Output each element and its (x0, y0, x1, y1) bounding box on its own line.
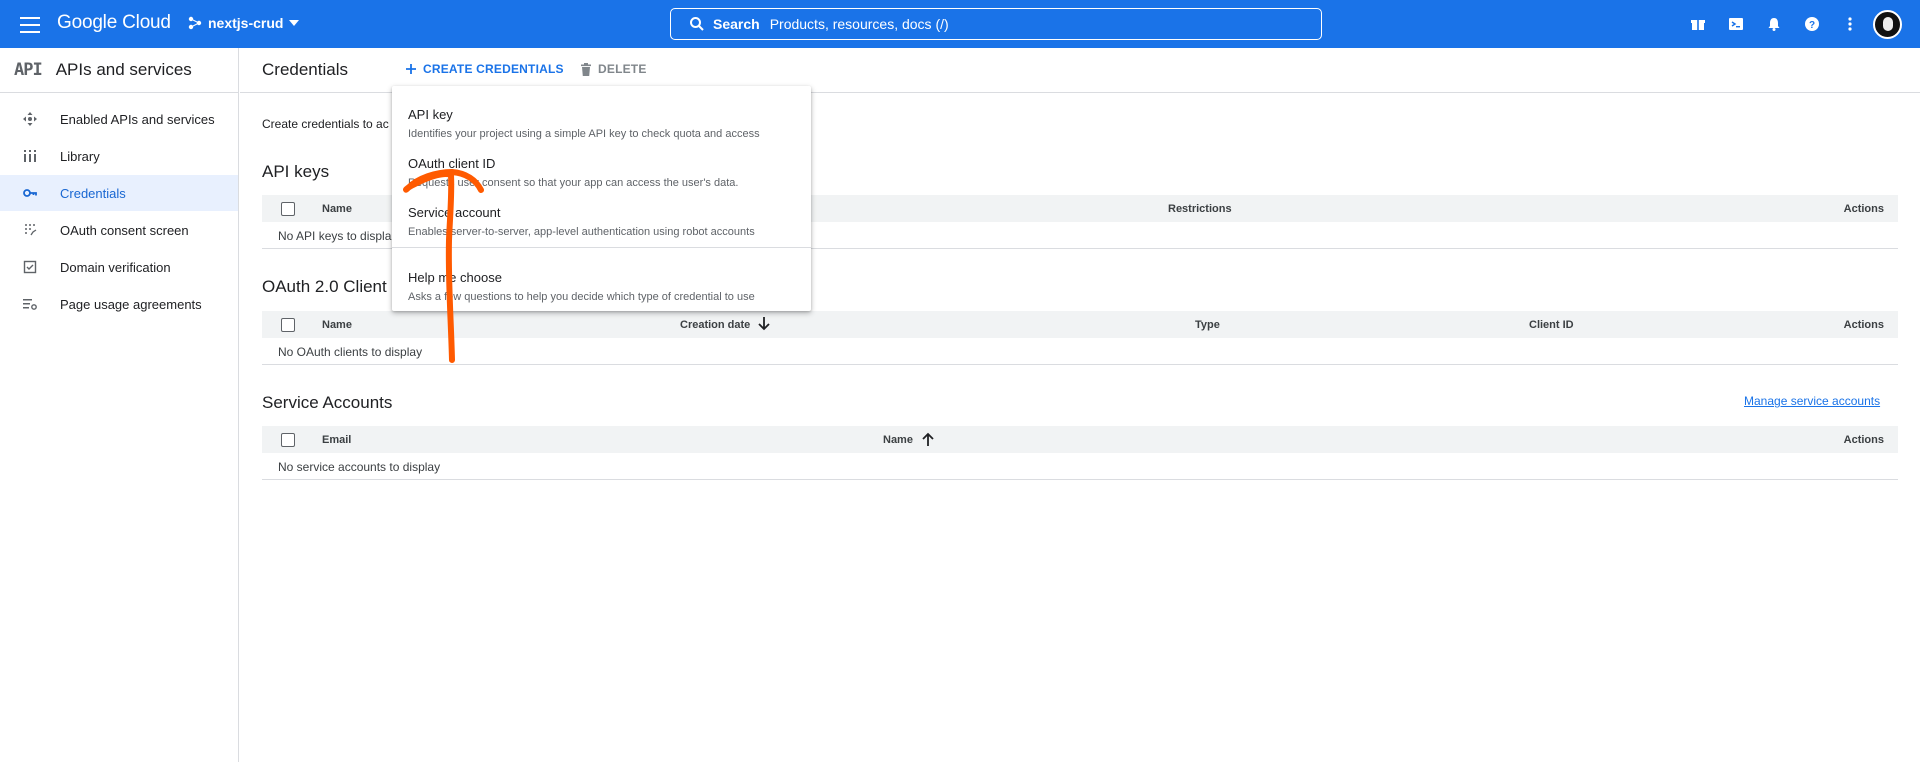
sidebar-item-page-usage[interactable]: Page usage agreements (0, 286, 238, 322)
plus-icon (406, 64, 416, 74)
search-bar[interactable]: Search Products, resources, docs (/) (670, 8, 1322, 40)
sidebar-item-label: OAuth consent screen (60, 222, 189, 238)
consent-icon (22, 222, 38, 238)
menu-item-title: Service account (408, 205, 501, 220)
oauth-table: Name Creation date Type Client ID Action… (262, 311, 1898, 365)
notifications-icon[interactable] (1762, 12, 1786, 36)
delete-button[interactable]: DELETE (580, 62, 647, 76)
menu-item-description: Identifies your project using a simple A… (408, 128, 760, 140)
create-credentials-button[interactable]: CREATE CREDENTIALS (405, 62, 564, 76)
library-icon (22, 148, 38, 164)
menu-item-help-me-choose[interactable]: Help me choose Asks a few questions to h… (392, 258, 811, 304)
column-header: Restrictions (1168, 203, 1232, 215)
delete-label: DELETE (598, 62, 647, 76)
menu-item-oauth-client-id[interactable]: OAuth client ID Requests user consent so… (392, 144, 811, 190)
column-header: Actions (1843, 319, 1884, 331)
select-all-checkbox[interactable] (281, 433, 295, 447)
sidebar-item-label: Credentials (60, 185, 126, 201)
settings-list-icon (22, 296, 38, 312)
sidebar-item-label: Library (60, 148, 100, 164)
checkbox-icon (22, 259, 38, 275)
cloud-shell-icon[interactable] (1724, 12, 1748, 36)
column-header[interactable]: Name (322, 319, 352, 331)
project-picker[interactable]: nextjs-crud (188, 15, 300, 31)
search-icon (690, 17, 704, 31)
key-icon (22, 185, 38, 201)
api-keys-title: API keys (262, 162, 330, 181)
menu-item-description: Enables server-to-server, app-level auth… (408, 226, 755, 238)
main-menu-button[interactable] (18, 12, 42, 36)
project-name: nextjs-crud (208, 15, 284, 31)
column-header[interactable]: Name (322, 203, 352, 215)
menu-item-api-key[interactable]: API key Identifies your project using a … (392, 95, 811, 141)
arrow-down-icon[interactable] (758, 317, 770, 331)
annotation-arrow (403, 169, 484, 363)
sidebar-item-label: Domain verification (60, 259, 171, 275)
account-avatar[interactable] (1873, 10, 1902, 39)
sidebar: API APIs and services Enabled APIs and s… (0, 48, 239, 762)
intro-text: Create credentials to ac (262, 117, 389, 131)
column-header: Actions (1843, 434, 1884, 446)
empty-row: No service accounts to display (262, 453, 1898, 480)
menu-item-title: OAuth client ID (408, 156, 496, 171)
caret-down-icon (289, 20, 300, 26)
select-all-checkbox[interactable] (281, 202, 295, 216)
column-header[interactable]: Email (322, 434, 351, 446)
sidebar-header: API APIs and services (0, 48, 238, 93)
menu-item-title: Help me choose (408, 270, 502, 285)
empty-message: No OAuth clients to display (278, 345, 423, 359)
service-accounts-title: Service Accounts (262, 393, 393, 412)
top-bar-actions: ? (1686, 12, 1862, 36)
empty-message: No API keys to displa (278, 229, 392, 243)
create-credentials-label: CREATE CREDENTIALS (423, 62, 564, 76)
svg-text:?: ? (1809, 20, 1815, 31)
oauth-title: OAuth 2.0 Client I (262, 277, 397, 296)
menu-item-description: Asks a few questions to help you decide … (408, 291, 755, 303)
sidebar-item-domain-verification[interactable]: Domain verification (0, 249, 238, 285)
move-icon (22, 111, 38, 127)
sidebar-item-label: Enabled APIs and services (60, 111, 215, 127)
search-placeholder: Products, resources, docs (/) (769, 16, 949, 32)
column-header[interactable]: Name (883, 434, 913, 446)
sidebar-title: APIs and services (55, 60, 192, 79)
google-cloud-logo[interactable]: Google Cloud (57, 12, 171, 34)
column-header[interactable]: Creation date (680, 319, 750, 331)
arrow-up-icon[interactable] (922, 432, 934, 446)
menu-item-title: API key (408, 107, 453, 122)
service-accounts-table: Email Name Actions No service accounts t… (262, 426, 1898, 480)
menu-divider (392, 247, 811, 248)
gift-icon[interactable] (1686, 12, 1710, 36)
more-vert-icon[interactable] (1838, 12, 1862, 36)
page-title: Credentials (262, 60, 348, 79)
table-header: Email Name Actions (262, 426, 1898, 453)
sidebar-item-credentials[interactable]: Credentials (0, 175, 238, 211)
top-app-bar: Google Cloud nextjs-crud Search Products… (0, 0, 1920, 48)
trash-icon (581, 62, 591, 76)
sidebar-item-label: Page usage agreements (60, 296, 202, 312)
help-icon[interactable]: ? (1800, 12, 1824, 36)
sidebar-item-enabled-apis[interactable]: Enabled APIs and services (0, 101, 238, 137)
column-header: Actions (1843, 203, 1884, 215)
manage-service-accounts-link[interactable]: Manage service accounts (1744, 394, 1880, 408)
empty-row: No OAuth clients to display (262, 338, 1898, 365)
search-label: Search (713, 16, 760, 32)
select-all-checkbox[interactable] (281, 318, 295, 332)
api-logo: API (14, 60, 43, 80)
column-header: Client ID (1529, 319, 1574, 331)
menu-item-service-account[interactable]: Service account Enables server-to-server… (392, 193, 811, 239)
sidebar-item-oauth-consent[interactable]: OAuth consent screen (0, 212, 238, 248)
project-nodes-icon (188, 16, 202, 30)
table-header: Name Creation date Type Client ID Action… (262, 311, 1898, 338)
create-credentials-menu: API key Identifies your project using a … (392, 86, 811, 311)
menu-item-description: Requests user consent so that your app c… (408, 177, 739, 189)
sidebar-item-library[interactable]: Library (0, 138, 238, 174)
empty-message: No service accounts to display (278, 460, 441, 474)
column-header: Type (1195, 319, 1220, 331)
